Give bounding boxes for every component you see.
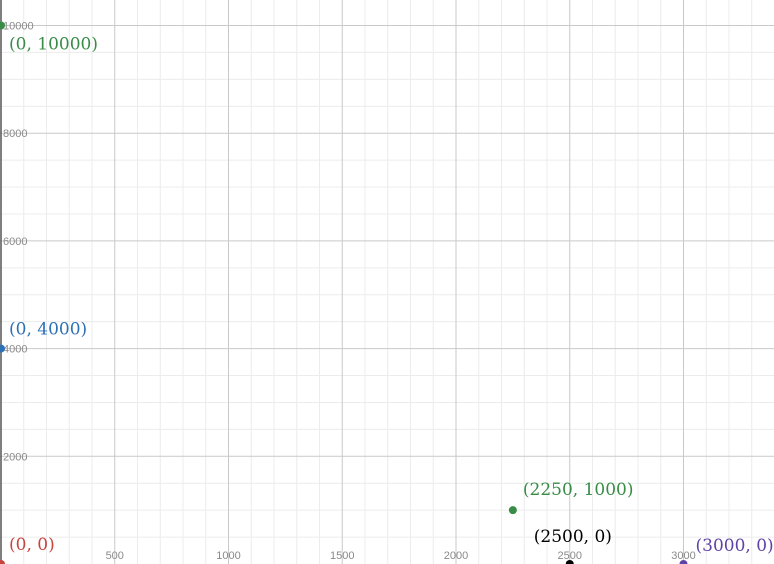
data-points: (0, 10000) (0, 4000) (0, 0) (2250, 1000) (25… [0, 21, 774, 564]
data-point-label: (0, 10000) [9, 35, 98, 55]
data-point [508, 506, 517, 515]
y-tick-label: 6000 [3, 236, 27, 248]
x-tick-label: 2000 [444, 550, 468, 562]
major-gridlines [0, 0, 774, 564]
data-point-label: (0, 0) [9, 535, 55, 555]
x-tick-label: 500 [106, 550, 124, 562]
y-tick-label: 4000 [3, 344, 27, 356]
y-tick-label: 10000 [3, 21, 34, 33]
y-tick-label: 2000 [3, 451, 27, 463]
graph-canvas[interactable]: 500 1000 1500 2000 2500 300020004000600080001… [0, 0, 774, 564]
data-point-label: (2500, 0) [534, 527, 612, 547]
data-point-label: (2250, 1000) [523, 480, 634, 500]
x-tick-label: 1000 [216, 550, 240, 562]
minor-gridlines [0, 0, 774, 564]
data-point [0, 560, 5, 564]
data-point-label: (3000, 0) [696, 536, 774, 556]
x-tick-label: 1500 [330, 550, 354, 562]
data-point-label: (0, 4000) [9, 320, 87, 340]
y-tick-label: 8000 [3, 128, 27, 140]
